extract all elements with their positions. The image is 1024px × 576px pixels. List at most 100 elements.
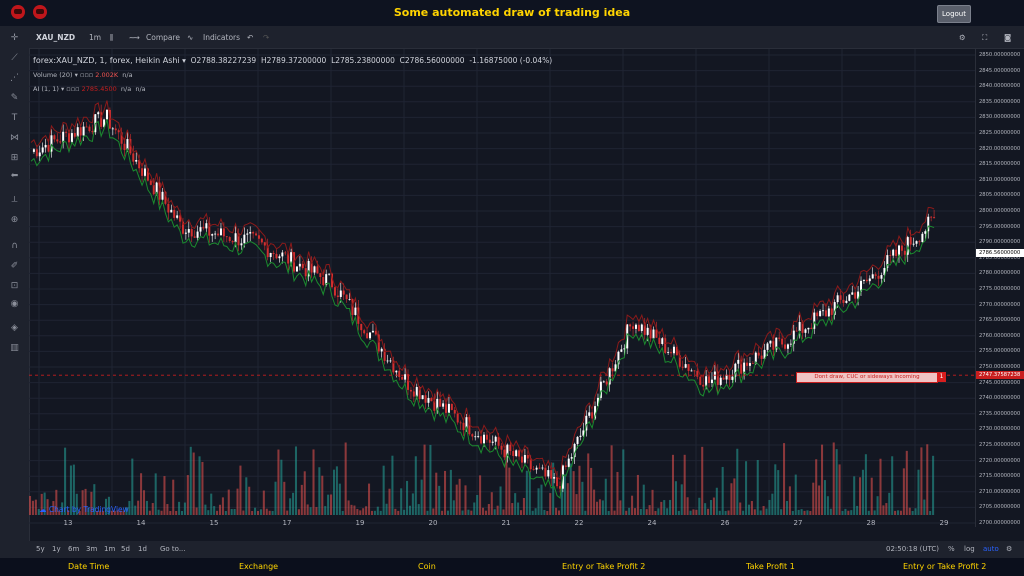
- volume-bar: [508, 467, 511, 515]
- layers-icon[interactable]: ◈: [9, 324, 20, 333]
- compare-icon[interactable]: ⟿: [129, 33, 140, 42]
- candle-body: [912, 243, 915, 245]
- volume-bar: [522, 498, 525, 515]
- volume-bar: [417, 504, 420, 515]
- arrow-left-icon[interactable]: ⬅: [9, 172, 20, 181]
- lock-icon[interactable]: ⊡: [9, 282, 20, 291]
- volume-bar: [496, 505, 499, 515]
- auto-toggle[interactable]: auto: [983, 545, 999, 553]
- trendline-icon[interactable]: ⟋: [9, 54, 20, 63]
- candle-body: [748, 363, 751, 366]
- range-5d[interactable]: 5d: [121, 545, 130, 553]
- text-icon[interactable]: T: [9, 114, 20, 123]
- volume-bar: [856, 505, 859, 515]
- fib-icon[interactable]: ⋰: [9, 74, 20, 83]
- time-tick: 13: [64, 519, 73, 527]
- candle-body: [85, 126, 88, 128]
- volume-bar: [598, 499, 601, 515]
- volume-bar: [841, 510, 844, 515]
- volume-bar: [750, 501, 753, 515]
- price-tick: 2705.00000000: [979, 504, 1021, 511]
- fullscreen-icon[interactable]: ⛶: [982, 33, 987, 43]
- volume-bar: [476, 494, 479, 515]
- ruler-icon[interactable]: ⟂: [9, 196, 20, 205]
- range-6m[interactable]: 6m: [68, 545, 79, 553]
- compare-button[interactable]: Compare: [146, 33, 180, 42]
- cloud-icon: ☁: [39, 505, 47, 514]
- legend-symbol[interactable]: forex:XAU_NZD, 1, forex, Heikin Ashi: [33, 56, 180, 65]
- redo-icon[interactable]: ↷: [263, 33, 269, 42]
- volume-bar: [704, 503, 707, 515]
- logout-button[interactable]: Logout: [937, 5, 971, 23]
- volume-bar: [309, 507, 312, 515]
- volume-bar: [204, 504, 207, 515]
- current-price-label: 2786.56000000: [976, 248, 1024, 257]
- volume-bar: [604, 478, 607, 515]
- settings-icon[interactable]: ⚙: [959, 33, 966, 42]
- range-1m[interactable]: 1m: [104, 545, 115, 553]
- volume-label[interactable]: Volume (20): [33, 71, 73, 79]
- volume-bar: [759, 510, 762, 515]
- candle-body: [339, 290, 342, 297]
- candle-body: [544, 467, 547, 477]
- percent-toggle[interactable]: %: [948, 545, 955, 553]
- brush-icon[interactable]: ✎: [9, 94, 20, 103]
- interval-button[interactable]: 1m: [89, 33, 101, 42]
- ai-label[interactable]: AI (1, 1): [33, 85, 59, 93]
- candle-body: [591, 412, 594, 419]
- legend-low: L2785.23800000: [331, 56, 395, 65]
- range-5y[interactable]: 5y: [36, 545, 45, 553]
- camera-icon[interactable]: ◙: [1004, 33, 1011, 42]
- price-tick: 2760.00000000: [979, 332, 1021, 339]
- volume-bar: [917, 469, 920, 515]
- range-3m[interactable]: 3m: [86, 545, 97, 553]
- magnet-icon[interactable]: ∩: [9, 242, 20, 251]
- candle-body: [693, 370, 696, 372]
- volume-bar: [423, 444, 426, 515]
- range-1y[interactable]: 1y: [52, 545, 61, 553]
- volume-bar: [426, 510, 429, 515]
- price-chart[interactable]: 13 14 15 17 19 20 21 22 24 26 27 28 29: [29, 49, 975, 527]
- measure-icon[interactable]: ⊞: [9, 154, 20, 163]
- candle-body: [371, 330, 374, 333]
- range-1d[interactable]: 1d: [138, 545, 147, 553]
- bar-style-icon[interactable]: ⫼: [110, 33, 113, 43]
- symbol-input[interactable]: XAU_NZD: [36, 33, 75, 42]
- zoom-icon[interactable]: ⊕: [9, 216, 20, 225]
- volume-bar: [245, 477, 248, 515]
- candle-body: [111, 128, 114, 130]
- candle-body: [480, 436, 483, 444]
- candle-body: [114, 128, 117, 131]
- volume-bar: [34, 499, 37, 515]
- indicators-button[interactable]: Indicators: [203, 33, 240, 42]
- candle-body: [79, 127, 82, 136]
- volume-bar: [543, 509, 546, 515]
- annotation-callout[interactable]: Dont draw, CUC or sideways incoming: [796, 372, 938, 383]
- volume-bar: [213, 506, 216, 515]
- volume-bar: [332, 469, 335, 515]
- candle-body: [135, 159, 138, 162]
- price-tick: 2725.00000000: [979, 442, 1021, 448]
- goto-button[interactable]: Go to...: [160, 545, 186, 553]
- volume-bar: [812, 482, 815, 515]
- volume-bar: [438, 485, 441, 515]
- log-toggle[interactable]: log: [964, 545, 975, 553]
- candle-body: [605, 381, 608, 385]
- volume-bar: [642, 484, 645, 515]
- settings-icon[interactable]: ⚙: [1006, 545, 1012, 553]
- lock-drawing-icon[interactable]: ✐: [9, 262, 20, 271]
- trash-icon[interactable]: ▥: [9, 344, 20, 353]
- price-axis[interactable]: 2850.00000000 2845.00000000 2840.00000000 2…: [975, 49, 1024, 527]
- candle-body: [205, 223, 208, 229]
- undo-icon[interactable]: ↶: [247, 33, 253, 42]
- annotation-flag[interactable]: 1: [937, 372, 946, 382]
- volume-bar: [780, 509, 783, 515]
- crosshair-icon[interactable]: ✛: [9, 34, 20, 43]
- tradingview-watermark[interactable]: ☁ Chart by TradingView: [39, 505, 129, 514]
- candle-body: [672, 346, 675, 354]
- eye-icon[interactable]: ◉: [9, 300, 20, 309]
- price-tick: 2735.00000000: [979, 410, 1021, 417]
- pattern-icon[interactable]: ⋈: [9, 134, 20, 143]
- indicators-icon[interactable]: ∿: [187, 33, 193, 42]
- volume-bar: [587, 453, 590, 515]
